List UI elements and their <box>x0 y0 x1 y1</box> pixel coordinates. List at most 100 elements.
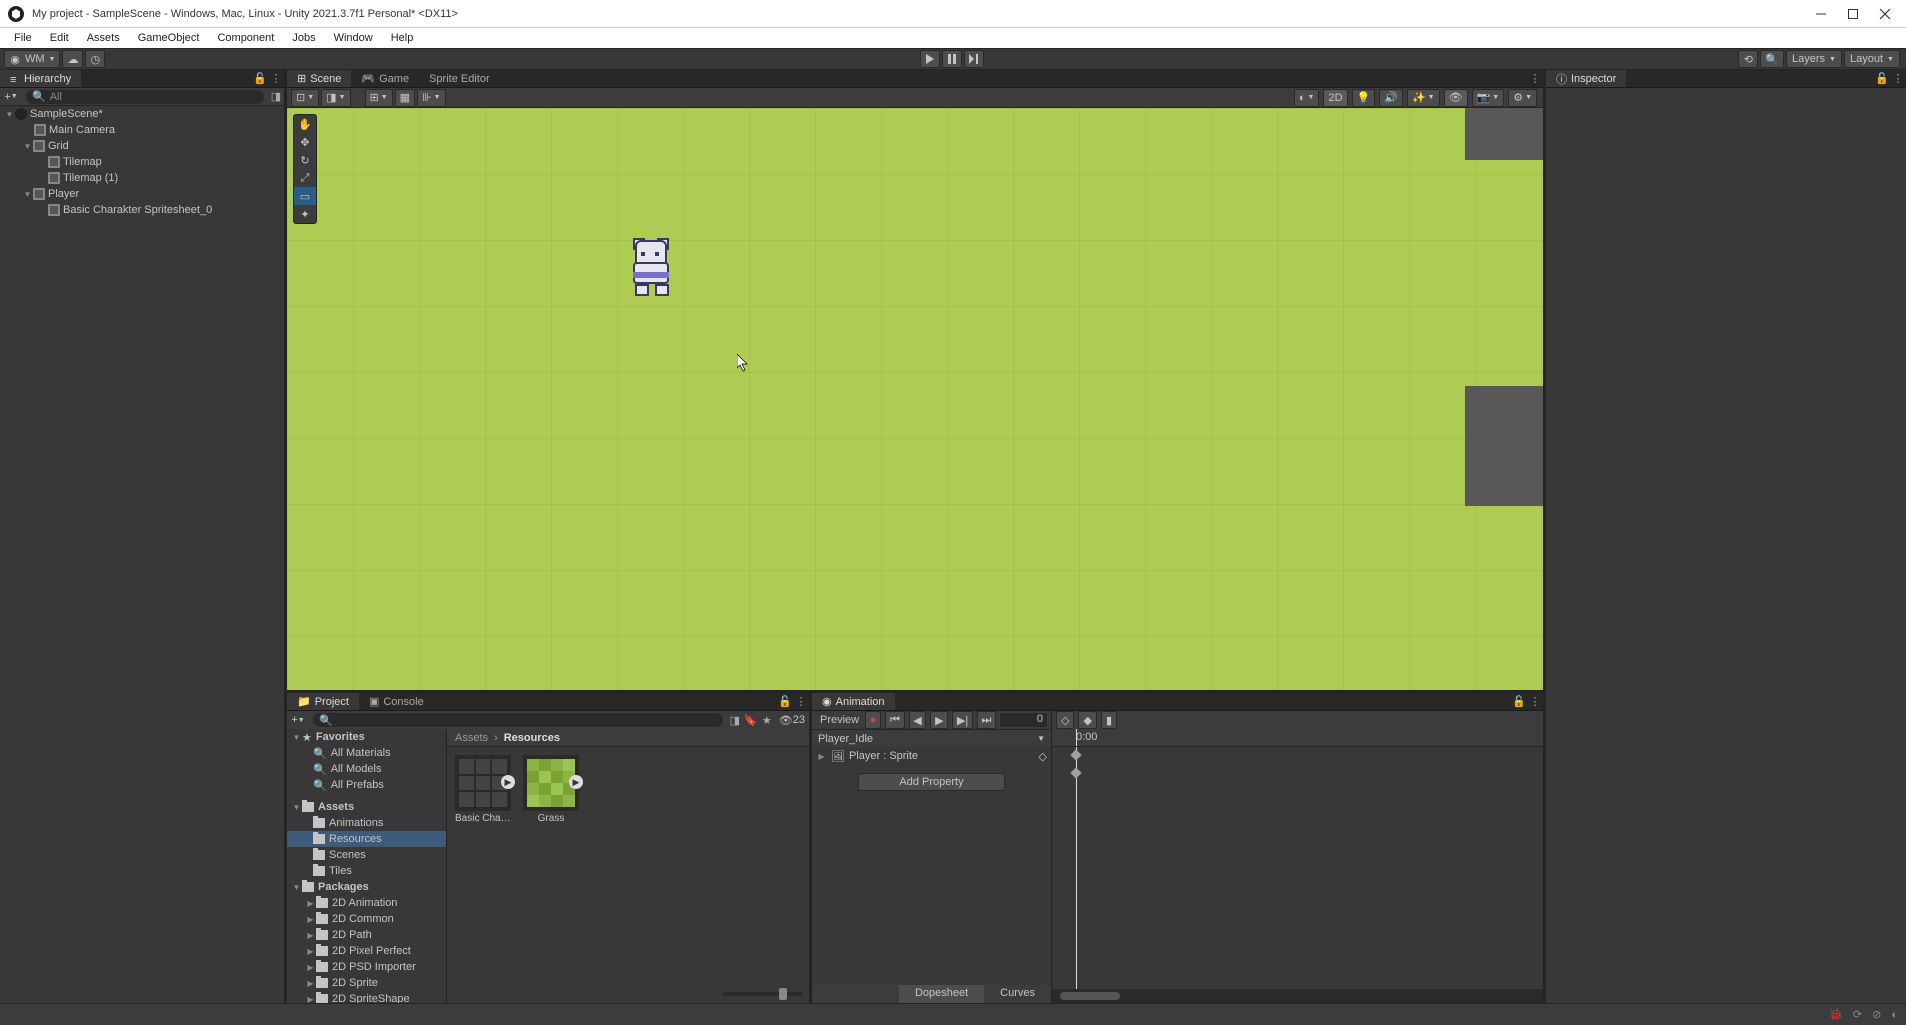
menu-window[interactable]: Window <box>326 30 381 46</box>
hierarchy-search-input[interactable]: 🔍 All <box>26 90 264 104</box>
2d-toggle[interactable]: 2D <box>1323 89 1347 107</box>
tree-item-spritesheet[interactable]: Basic Charakter Spritesheet_0 <box>0 202 284 218</box>
hierarchy-menu-button[interactable]: ⋮ <box>268 70 284 87</box>
rotate-tool[interactable]: ↻ <box>294 151 316 169</box>
layout-dropdown[interactable]: Layout ▼ <box>1844 50 1900 68</box>
playhead[interactable] <box>1076 729 1077 746</box>
step-button[interactable] <box>964 50 984 68</box>
menu-component[interactable]: Component <box>209 30 282 46</box>
project-filter-label[interactable]: 🔖 <box>743 714 759 727</box>
player-sprite[interactable] <box>627 240 675 296</box>
camera-dropdown[interactable]: 📷▼ <box>1472 89 1505 107</box>
add-keyframe-button[interactable]: ◇ <box>1056 711 1074 729</box>
scale-tool[interactable]: ⤢ <box>294 169 316 187</box>
chevron-down-icon[interactable]: ▼ <box>4 110 15 119</box>
packages-header[interactable]: ▼ Packages <box>287 879 446 895</box>
search-button[interactable]: 🔍 <box>1760 50 1784 68</box>
console-tab[interactable]: ▣ Console <box>359 693 434 710</box>
tree-item[interactable]: ▶2D Path <box>287 927 446 943</box>
scene-view[interactable]: ✋ ✥ ↻ ⤢ ▭ ✦ <box>287 108 1543 690</box>
clip-dropdown[interactable]: Player_Idle ▼ <box>812 729 1051 747</box>
chevron-right-icon[interactable]: ▶ <box>816 752 827 761</box>
preview-label[interactable]: Preview <box>816 714 863 726</box>
chevron-right-icon[interactable]: ▶ <box>305 963 316 972</box>
undo-history-button[interactable]: ⟲ <box>1738 50 1758 68</box>
project-menu-button[interactable]: ⋮ <box>793 693 809 710</box>
version-control-button[interactable]: ◷ <box>85 50 105 68</box>
chevron-down-icon[interactable]: ▼ <box>22 142 33 151</box>
menu-edit[interactable]: Edit <box>42 30 77 46</box>
move-tool[interactable]: ✥ <box>294 133 316 151</box>
keyframe-marker[interactable] <box>1070 749 1081 760</box>
project-lock-button[interactable]: 🔓 <box>777 693 793 710</box>
timeline-ruler[interactable]: 0:00 <box>1052 729 1543 747</box>
tree-item[interactable]: 🔍All Prefabs <box>287 777 446 793</box>
prev-key-button[interactable]: ◀ <box>909 711 927 729</box>
tree-item[interactable]: Tiles <box>287 863 446 879</box>
add-property-button[interactable]: Add Property <box>858 773 1004 791</box>
inspector-menu-button[interactable]: ⋮ <box>1890 70 1906 87</box>
snap-toggle[interactable]: ▦ <box>395 89 415 107</box>
curves-tab[interactable]: Curves <box>984 985 1051 1003</box>
grid-toggle[interactable]: ⊞▼ <box>365 89 393 107</box>
hidden-toggle[interactable]: 👁 <box>1444 89 1468 107</box>
tree-item[interactable]: Animations <box>287 815 446 831</box>
asset-item[interactable]: ▶ Grass <box>523 755 579 824</box>
chevron-down-icon[interactable]: ▼ <box>291 803 302 812</box>
tree-item[interactable]: 🔍All Materials <box>287 745 446 761</box>
layers-dropdown[interactable]: Layers ▼ <box>1786 50 1842 68</box>
tree-item-resources[interactable]: Resources <box>287 831 446 847</box>
tree-item-tilemap-1[interactable]: Tilemap (1) <box>0 170 284 186</box>
tree-item[interactable]: 🔍All Models <box>287 761 446 777</box>
menu-jobs[interactable]: Jobs <box>284 30 323 46</box>
tree-item[interactable]: ▶2D Pixel Perfect <box>287 943 446 959</box>
frame-input[interactable]: 0 <box>1000 713 1047 727</box>
assets-header[interactable]: ▼ Assets <box>287 799 446 815</box>
breadcrumb-item[interactable]: Resources <box>504 732 560 744</box>
close-button[interactable] <box>1878 7 1892 21</box>
inspector-lock-button[interactable]: 🔓 <box>1874 70 1890 87</box>
minimize-button[interactable] <box>1814 7 1828 21</box>
last-frame-button[interactable]: ⏭ <box>977 711 996 729</box>
keyframe-area[interactable] <box>1052 747 1543 989</box>
tree-item-scene[interactable]: ▼ SampleScene* <box>0 106 284 122</box>
activity-icon[interactable]: ◐ <box>1891 1009 1898 1021</box>
first-frame-button[interactable]: ⏮ <box>885 711 904 729</box>
account-dropdown[interactable]: ◉ WM ▼ <box>4 50 60 68</box>
cloud-button[interactable]: ☁ <box>62 50 83 68</box>
animation-tab[interactable]: ◉ Animation <box>812 693 895 710</box>
transform-tool[interactable]: ✦ <box>294 205 316 223</box>
scene-tab[interactable]: ⊞ Scene <box>287 70 351 87</box>
cache-icon[interactable]: ⊘ <box>1872 1008 1881 1021</box>
menu-gameobject[interactable]: GameObject <box>130 30 208 46</box>
game-tab[interactable]: 🎮 Game <box>351 70 419 87</box>
project-search-input[interactable]: 🔍 <box>313 713 723 727</box>
tree-item[interactable]: ▶2D SpriteShape <box>287 991 446 1003</box>
gizmos-dropdown[interactable]: ⚙▼ <box>1508 89 1537 107</box>
pivot-dropdown[interactable]: ⊡▼ <box>291 89 319 107</box>
keyframe-marker[interactable] <box>1070 767 1081 778</box>
keyframe-indicator-icon[interactable]: ◇ <box>1039 750 1047 763</box>
record-button[interactable]: ● <box>865 711 881 729</box>
chevron-down-icon[interactable]: ▼ <box>22 190 33 199</box>
tree-item-tilemap[interactable]: Tilemap <box>0 154 284 170</box>
chevron-right-icon[interactable]: ▶ <box>305 915 316 924</box>
hidden-count-toggle[interactable]: 👁 23 <box>775 714 809 727</box>
local-dropdown[interactable]: ◨▼ <box>321 89 350 107</box>
scene-menu-button[interactable]: ⋮ <box>1527 70 1543 87</box>
bug-icon[interactable]: 🐞 <box>1829 1008 1843 1021</box>
animation-menu-button[interactable]: ⋮ <box>1527 693 1543 710</box>
tree-item-main-camera[interactable]: Main Camera <box>0 122 284 138</box>
asset-item[interactable]: ▶ Basic Char... <box>455 755 511 824</box>
timeline-scrollbar[interactable] <box>1052 989 1543 1003</box>
audio-toggle[interactable]: 🔊 <box>1379 89 1403 107</box>
tree-item[interactable]: ▶2D Common <box>287 911 446 927</box>
favorites-header[interactable]: ▼ ★ Favorites <box>287 729 446 745</box>
pause-button[interactable] <box>942 50 962 68</box>
chevron-right-icon[interactable]: ▶ <box>305 899 316 908</box>
chevron-down-icon[interactable]: ▼ <box>291 883 302 892</box>
play-button[interactable] <box>920 50 940 68</box>
chevron-right-icon[interactable]: ▶ <box>305 931 316 940</box>
project-save-search[interactable]: ★ <box>759 714 775 727</box>
maximize-button[interactable] <box>1846 7 1860 21</box>
